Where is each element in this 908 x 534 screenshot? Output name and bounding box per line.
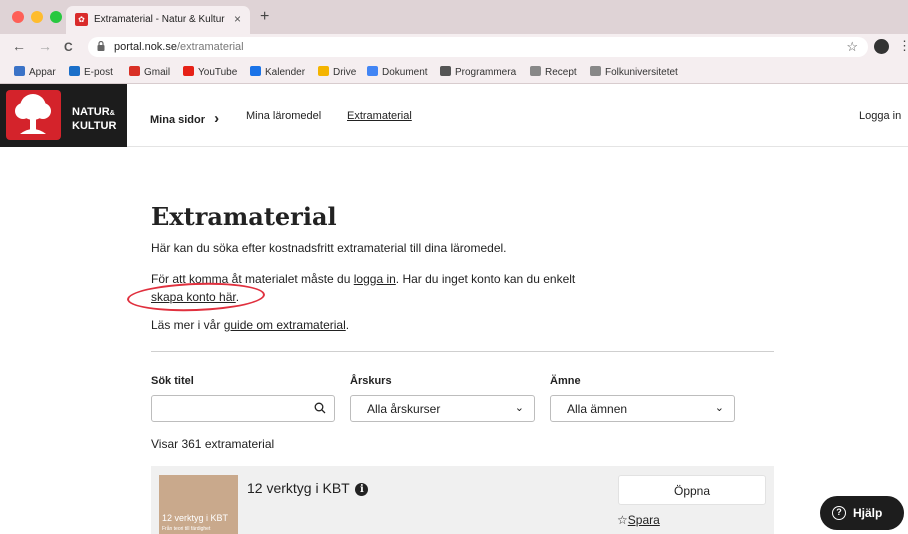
intro-text: Här kan du söka efter kostnadsfritt extr… xyxy=(151,241,507,255)
laptop-icon xyxy=(440,66,451,76)
red-annotation-circle xyxy=(126,280,266,314)
tree-logo-icon xyxy=(6,90,61,140)
nav-extramaterial[interactable]: Extramaterial xyxy=(347,110,412,122)
logo-text: NATUR& KULTUR xyxy=(72,106,117,132)
docs-icon xyxy=(367,66,378,76)
apps-grid-icon xyxy=(14,66,25,76)
help-button[interactable]: ? Hjälp xyxy=(820,496,904,530)
browser-toolbar: ← → C portal.nok.se/extramaterial ☆ xyxy=(0,34,908,60)
login-link[interactable]: Logga in xyxy=(859,110,901,122)
subject-select[interactable]: Alla ämnen ⌄ xyxy=(550,395,735,422)
maximize-window-button[interactable] xyxy=(50,11,62,23)
folder-icon xyxy=(590,66,601,76)
title-search-field xyxy=(151,395,335,422)
calendar-icon xyxy=(250,66,261,76)
save-button[interactable]: ☆Spara xyxy=(617,513,660,527)
subject-label: Ämne xyxy=(550,375,581,387)
question-icon: ? xyxy=(832,506,846,520)
results-count: Visar 361 extramaterial xyxy=(151,437,275,451)
chevron-down-icon: ⌄ xyxy=(714,402,724,414)
drive-icon xyxy=(318,66,329,76)
address-bar[interactable]: portal.nok.se/extramaterial ☆ xyxy=(88,37,868,57)
book-cover-thumbnail: 12 verktyg i KBT Från teori till färdigh… xyxy=(159,475,238,534)
bookmark-recept[interactable]: Recept xyxy=(530,66,577,78)
bookmark-dokument[interactable]: Dokument xyxy=(367,66,428,78)
list-item: 12 verktyg i KBT Från teori till färdigh… xyxy=(151,466,774,534)
bookmark-e-post[interactable]: E-post xyxy=(69,66,113,78)
title-search-label: Sök titel xyxy=(151,375,194,387)
star-icon: ☆ xyxy=(617,513,628,527)
info-icon[interactable]: i xyxy=(355,483,369,496)
back-button[interactable]: ← xyxy=(12,38,26,54)
title-search-input[interactable] xyxy=(152,396,334,421)
browser-tab[interactable]: ✿ Extramaterial - Natur & Kultur × xyxy=(66,6,250,34)
bookmarks-bar: Appar E-post Gmail YouTube Kalender Driv… xyxy=(0,60,908,84)
natur-kultur-logo[interactable]: NATUR& KULTUR xyxy=(0,84,127,147)
bookmark-appar[interactable]: Appar xyxy=(14,66,56,78)
tab-close-icon[interactable]: × xyxy=(234,12,241,26)
grade-select-value: Alla årskurser xyxy=(367,402,441,416)
forward-button[interactable]: → xyxy=(38,38,52,54)
login-inline-link[interactable]: logga in xyxy=(354,272,396,286)
page-title: Extramaterial xyxy=(151,202,337,231)
bookmark-folkuniversitetet[interactable]: Folkuniversitetet xyxy=(590,66,678,78)
lock-icon xyxy=(97,41,105,51)
nav-mina-sidor[interactable]: Mina sidor › xyxy=(150,110,219,127)
search-icon[interactable] xyxy=(314,402,326,414)
bookmark-gmail[interactable]: Gmail xyxy=(129,66,170,78)
tab-title: Extramaterial - Natur & Kultur xyxy=(94,14,225,25)
grade-label: Årskurs xyxy=(350,375,392,387)
divider xyxy=(151,351,774,352)
chevron-right-icon: › xyxy=(214,110,220,127)
chevron-down-icon: ⌄ xyxy=(514,402,524,414)
bookmark-youtube[interactable]: YouTube xyxy=(183,66,237,78)
bookmark-star-icon[interactable]: ☆ xyxy=(846,39,858,55)
reload-button[interactable]: C xyxy=(64,40,73,54)
folder-icon xyxy=(530,66,541,76)
bookmark-programmera[interactable]: Programmera xyxy=(440,66,516,78)
item-title: 12 verktyg i KBT i xyxy=(247,480,369,496)
guide-text: Läs mer i vår guide om extramaterial. xyxy=(151,318,350,332)
grade-select[interactable]: Alla årskurser ⌄ xyxy=(350,395,535,422)
new-tab-button[interactable]: + xyxy=(260,8,269,26)
browser-tab-bar: ✿ Extramaterial - Natur & Kultur × + xyxy=(0,0,908,34)
minimize-window-button[interactable] xyxy=(31,11,43,23)
gmail-icon xyxy=(129,66,140,76)
nav-mina-laromedel[interactable]: Mina läromedel xyxy=(246,110,321,122)
guide-link[interactable]: guide om extramaterial xyxy=(224,318,346,332)
open-button[interactable]: Öppna xyxy=(618,475,766,505)
url-text: portal.nok.se/extramaterial xyxy=(114,41,244,53)
close-window-button[interactable] xyxy=(12,11,24,23)
browser-menu-icon[interactable]: ⋮ xyxy=(898,38,908,54)
outlook-icon xyxy=(69,66,80,76)
subject-select-value: Alla ämnen xyxy=(567,402,628,416)
nok-favicon-icon: ✿ xyxy=(75,13,88,26)
youtube-icon xyxy=(183,66,194,76)
bookmark-drive[interactable]: Drive xyxy=(318,66,356,78)
site-header: NATUR& KULTUR Mina sidor › Mina läromede… xyxy=(0,84,908,147)
bookmark-kalender[interactable]: Kalender xyxy=(250,66,305,78)
profile-avatar[interactable] xyxy=(874,39,889,54)
